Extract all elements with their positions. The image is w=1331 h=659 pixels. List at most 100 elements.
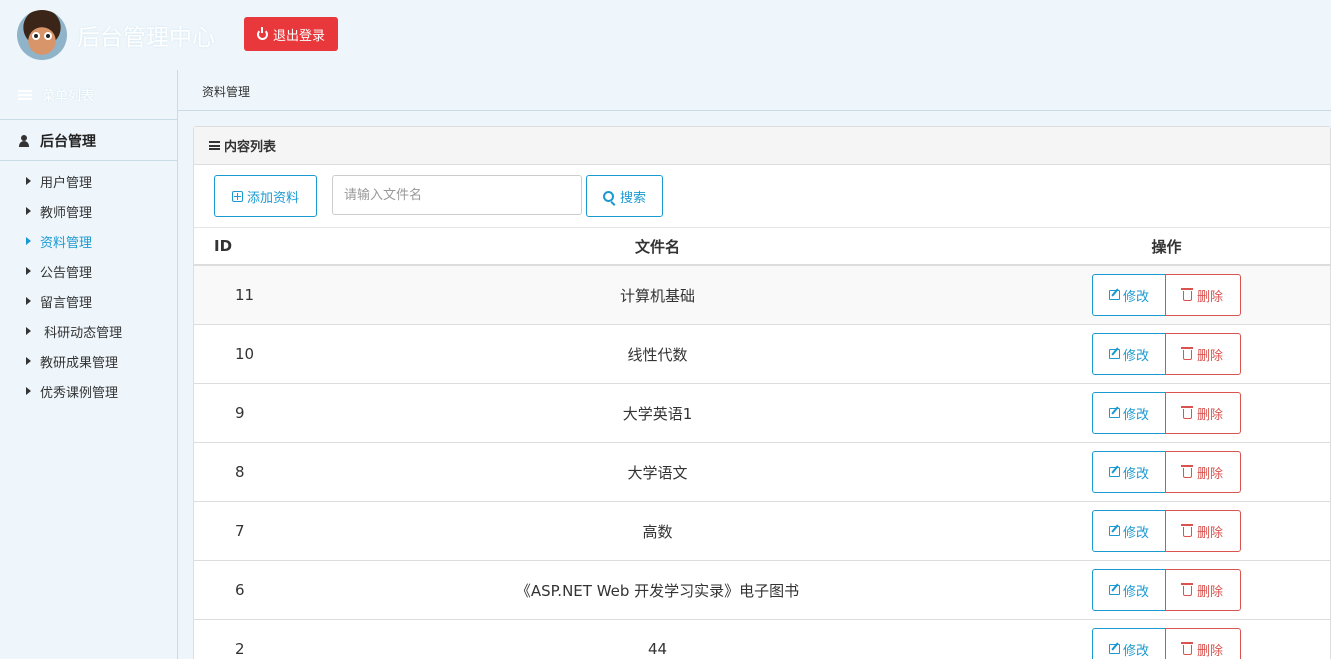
add-material-label: 添加资料 xyxy=(246,190,299,206)
trash-icon xyxy=(1180,524,1193,537)
power-icon xyxy=(256,26,268,40)
sidebar-item-messages[interactable]: 留言管理 xyxy=(0,286,177,316)
delete-button[interactable]: 删除 xyxy=(1165,510,1241,552)
edit-label: 修改 xyxy=(1122,643,1149,659)
edit-label: 修改 xyxy=(1122,525,1149,541)
sidebar-item-materials[interactable]: 资料管理 xyxy=(0,226,177,256)
edit-label: 修改 xyxy=(1122,407,1149,423)
edit-button[interactable]: 修改 xyxy=(1092,333,1166,375)
menu-title-label: 菜单列表 xyxy=(42,89,95,104)
edit-button[interactable]: 修改 xyxy=(1092,451,1166,493)
cell-filename: 线性代数 xyxy=(627,345,688,364)
trash-icon xyxy=(1180,406,1193,419)
sidebar-item-label: 优秀课例管理 xyxy=(40,385,119,401)
delete-label: 删除 xyxy=(1196,643,1223,659)
cell-actions: 修改 删除 xyxy=(1021,628,1330,659)
trash-icon xyxy=(1180,465,1193,478)
caret-right-icon xyxy=(26,237,31,245)
column-header-filename: 文件名 xyxy=(634,237,680,256)
cell-actions: 修改 删除 xyxy=(1021,569,1330,611)
caret-right-icon xyxy=(26,387,31,395)
edit-button[interactable]: 修改 xyxy=(1092,274,1166,316)
sidebar-item-research-results[interactable]: 教研成果管理 xyxy=(0,346,177,376)
edit-icon xyxy=(1108,349,1120,359)
delete-button[interactable]: 删除 xyxy=(1165,451,1241,493)
cell-actions: 修改 删除 xyxy=(1021,274,1330,316)
edit-icon xyxy=(1108,290,1120,300)
cell-filename: 大学英语1 xyxy=(622,404,693,423)
cell-id: 10 xyxy=(235,345,255,363)
avatar-eye-right xyxy=(44,32,52,40)
cell-id: 7 xyxy=(235,522,245,540)
caret-right-icon xyxy=(26,267,31,275)
search-button[interactable]: 搜索 xyxy=(586,175,663,217)
sidebar-item-users[interactable]: 用户管理 xyxy=(0,166,177,196)
sidebar-item-research-news[interactable]: 科研动态管理 xyxy=(0,316,177,346)
group-title-label: 后台管理 xyxy=(40,133,96,150)
cell-filename: 《ASP.NET Web 开发学习实录》电子图书 xyxy=(515,581,800,600)
edit-button[interactable]: 修改 xyxy=(1092,510,1166,552)
delete-label: 删除 xyxy=(1196,466,1223,482)
bars-icon xyxy=(209,141,220,150)
sidebar-item-teachers[interactable]: 教师管理 xyxy=(0,196,177,226)
cell-id: 2 xyxy=(235,640,245,658)
logout-label: 退出登录 xyxy=(272,28,325,44)
delete-label: 删除 xyxy=(1196,584,1223,600)
sidebar-item-label: 留言管理 xyxy=(40,295,93,311)
sidebar-group-title[interactable]: 后台管理 xyxy=(0,121,177,161)
caret-right-icon xyxy=(26,207,31,215)
panel-title: 内容列表 xyxy=(224,140,277,155)
cell-filename: 44 xyxy=(647,640,668,658)
caret-right-icon xyxy=(26,327,31,335)
delete-label: 删除 xyxy=(1196,289,1223,305)
cell-actions: 修改 删除 xyxy=(1021,392,1330,434)
delete-button[interactable]: 删除 xyxy=(1165,569,1241,611)
table-row: 7 高数 修改 删除 xyxy=(194,502,1330,561)
search-label: 搜索 xyxy=(619,190,646,206)
delete-button[interactable]: 删除 xyxy=(1165,333,1241,375)
column-header-id: ID xyxy=(214,237,233,255)
avatar xyxy=(17,10,67,60)
header: 后台管理中心 退出登录 xyxy=(0,0,1331,70)
edit-icon xyxy=(1108,526,1120,536)
add-material-button[interactable]: 添加资料 xyxy=(214,175,317,217)
cell-id: 11 xyxy=(235,286,255,304)
avatar-eye-left xyxy=(32,32,40,40)
sidebar-item-label: 用户管理 xyxy=(40,175,93,191)
edit-button[interactable]: 修改 xyxy=(1092,569,1166,611)
user-icon xyxy=(19,134,29,147)
sidebar-item-excellent-lessons[interactable]: 优秀课例管理 xyxy=(0,376,177,406)
trash-icon xyxy=(1180,583,1193,596)
cell-actions: 修改 删除 xyxy=(1021,451,1330,493)
delete-label: 删除 xyxy=(1196,348,1223,364)
edit-button[interactable]: 修改 xyxy=(1092,628,1166,659)
edit-icon xyxy=(1108,408,1120,418)
edit-label: 修改 xyxy=(1122,584,1149,600)
table-row: 6 《ASP.NET Web 开发学习实录》电子图书 修改 删除 xyxy=(194,561,1330,620)
delete-button[interactable]: 删除 xyxy=(1165,274,1241,316)
edit-icon xyxy=(1108,644,1120,654)
content-panel: 内容列表 添加资料 搜索 ID 文件名 操作 11 计算机基础 修改 删除 xyxy=(193,126,1331,659)
edit-icon xyxy=(1108,585,1120,595)
table-header-row: ID 文件名 操作 xyxy=(194,228,1330,266)
table-row: 11 计算机基础 修改 删除 xyxy=(194,266,1330,325)
cell-id: 9 xyxy=(235,404,245,422)
cell-actions: 修改 删除 xyxy=(1021,333,1330,375)
trash-icon xyxy=(1180,642,1193,655)
edit-label: 修改 xyxy=(1122,348,1149,364)
delete-button[interactable]: 删除 xyxy=(1165,392,1241,434)
logout-button[interactable]: 退出登录 xyxy=(244,17,338,51)
column-header-actions: 操作 xyxy=(1151,237,1182,256)
sidebar-item-label: 教研成果管理 xyxy=(40,355,119,371)
app-title: 后台管理中心 xyxy=(77,25,215,51)
table-row: 8 大学语文 修改 删除 xyxy=(194,443,1330,502)
search-input[interactable] xyxy=(332,175,582,215)
sidebar-menu-title: 菜单列表 xyxy=(0,70,177,120)
delete-button[interactable]: 删除 xyxy=(1165,628,1241,659)
edit-button[interactable]: 修改 xyxy=(1092,392,1166,434)
plus-square-icon xyxy=(231,190,243,202)
table-row: 2 44 修改 删除 xyxy=(194,620,1330,659)
sidebar-item-announcements[interactable]: 公告管理 xyxy=(0,256,177,286)
sidebar-item-label: 公告管理 xyxy=(40,265,93,281)
edit-label: 修改 xyxy=(1122,289,1149,305)
